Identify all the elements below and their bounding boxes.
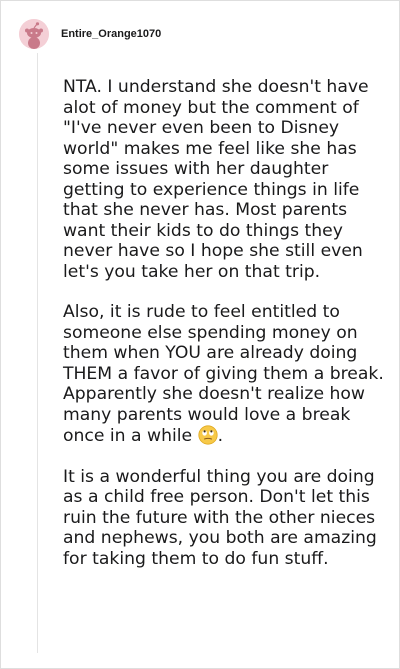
comment-body: NTA. I understand she doesn't have alot … (63, 77, 385, 589)
face-with-rolling-eyes-icon (197, 425, 218, 445)
comment-paragraph-3: It is a wonderful thing you are doing as… (63, 466, 377, 569)
thread-line[interactable] (37, 53, 38, 653)
comment-paragraph-2-suffix: . (217, 426, 224, 446)
comment-card: Entire_Orange1070 NTA. I understand she … (0, 0, 400, 669)
avatar[interactable] (19, 19, 49, 49)
username[interactable]: Entire_Orange1070 (61, 28, 161, 40)
comment-paragraph-2-text: Also, it is rude to feel entitled to som… (63, 302, 384, 446)
reddit-snoo-avatar-icon (19, 19, 49, 49)
comment-header: Entire_Orange1070 (19, 17, 161, 51)
comment-paragraph-1: NTA. I understand she doesn't have alot … (63, 77, 369, 282)
comment-paragraph-2: Also, it is rude to feel entitled to som… (63, 302, 385, 447)
